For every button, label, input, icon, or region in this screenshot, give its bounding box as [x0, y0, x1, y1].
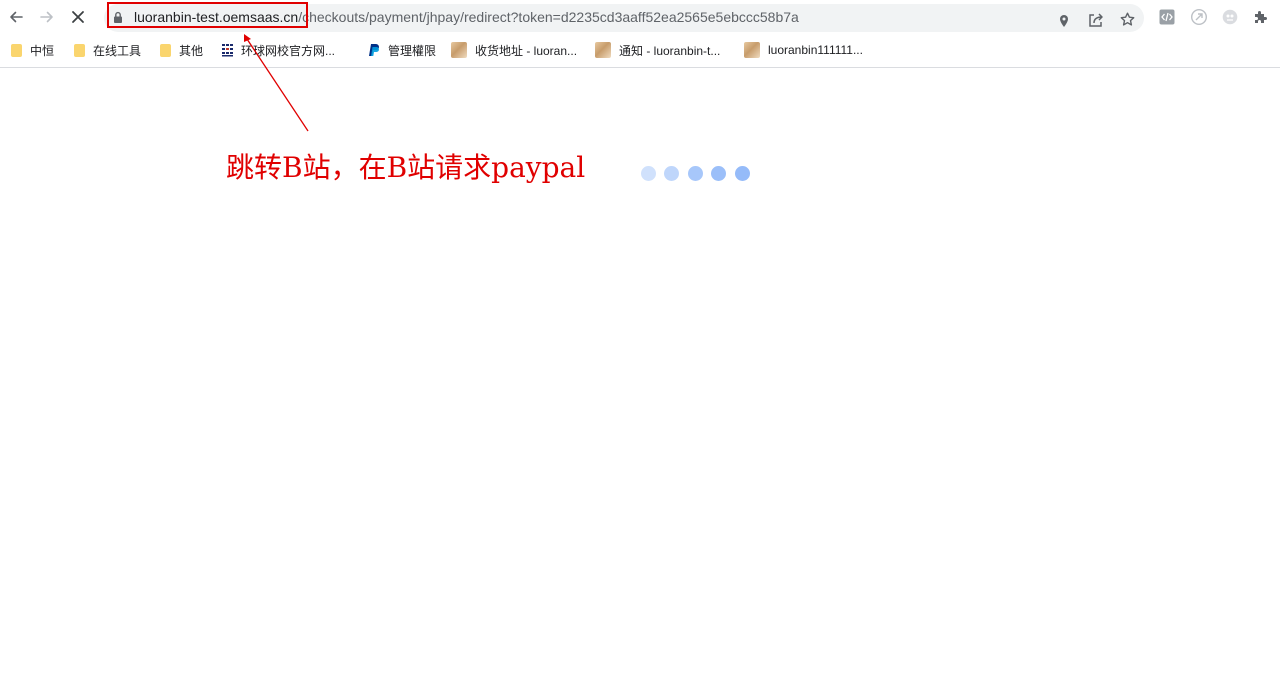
loader-dot — [688, 166, 703, 181]
annotation-text: 跳转B站，在B站请求paypal — [226, 151, 586, 184]
loader-dot — [735, 166, 750, 181]
loader-dot — [711, 166, 726, 181]
annotation-arrow — [244, 34, 309, 132]
loader-dot — [664, 166, 679, 181]
loader-dot — [641, 166, 656, 181]
